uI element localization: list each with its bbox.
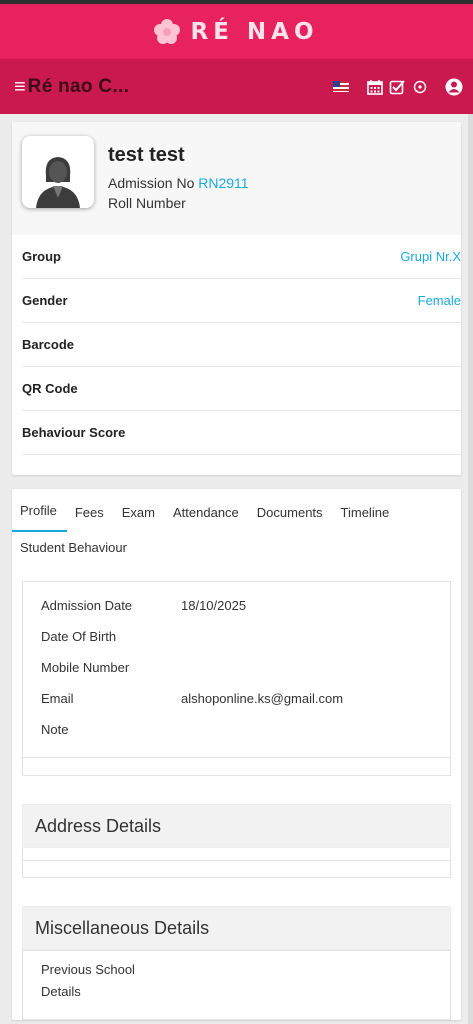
tab-exam[interactable]: Exam	[114, 491, 165, 532]
info-row: Note	[41, 714, 450, 745]
detail-row-barcode: Barcode	[22, 323, 461, 367]
admission-line: Admission No RN2911	[108, 173, 249, 193]
section-title: Address Details	[22, 804, 451, 848]
tab-attendance[interactable]: Attendance	[165, 491, 249, 532]
menu-icon[interactable]: ≡	[14, 77, 26, 97]
info-label: Date Of Birth	[41, 629, 117, 644]
tab-fees[interactable]: Fees	[67, 491, 114, 532]
detail-label: QR Code	[22, 381, 78, 396]
detail-label: Group	[22, 249, 61, 264]
misc-section: Miscellaneous Details Previous School De…	[22, 906, 451, 1020]
tab-documents[interactable]: Documents	[249, 491, 333, 532]
profile-card: test test Admission No RN2911 Roll Numbe…	[12, 122, 461, 475]
roll-number-label: Roll Number	[108, 195, 186, 211]
detail-label: Behaviour Score	[22, 425, 126, 440]
detail-value: Female	[417, 293, 461, 308]
address-section: Address Details	[22, 804, 451, 878]
top-navbar: ≡ Ré nao C...	[0, 59, 473, 114]
calendar-icon[interactable]	[367, 79, 383, 95]
tabs-card: Profile Fees Exam Attendance Documents T…	[12, 489, 461, 1020]
section-body: Previous School Details	[22, 950, 451, 1020]
checkbox-icon[interactable]	[389, 79, 405, 95]
empty-row	[22, 758, 451, 776]
admission-label: Admission No	[108, 175, 195, 191]
section-body	[22, 861, 451, 878]
section-title: Miscellaneous Details	[22, 906, 451, 950]
profile-info: test test Admission No RN2911 Roll Numbe…	[108, 136, 249, 213]
info-label: Admission Date	[41, 598, 133, 613]
tab-bar: Profile Fees Exam Attendance Documents T…	[12, 489, 461, 532]
admission-number: RN2911	[198, 175, 249, 191]
detail-row-behaviour-score: Behaviour Score	[22, 411, 461, 455]
flower-logo-icon	[154, 18, 181, 44]
main-content: test test Admission No RN2911 Roll Numbe…	[0, 114, 473, 1024]
detail-row-group: Group Grupi Nr.X	[22, 235, 461, 279]
user-icon[interactable]	[445, 78, 463, 96]
profile-header: test test Admission No RN2911 Roll Numbe…	[12, 122, 461, 235]
brand-name: RÉ NAO	[190, 18, 319, 45]
scrollbar[interactable]	[468, 114, 473, 1024]
profile-info-table: Admission Date 18/10/2025 Date Of Birth …	[22, 581, 451, 758]
tab-student-behaviour[interactable]: Student Behaviour	[12, 532, 461, 567]
info-row: Mobile Number	[41, 652, 450, 683]
student-name: test test	[108, 144, 185, 166]
info-row: Admission Date 18/10/2025	[41, 590, 450, 621]
whatsapp-icon[interactable]	[413, 80, 427, 94]
avatar	[22, 136, 94, 208]
info-value: alshoponline.ks@gmail.com	[181, 691, 344, 706]
detail-row-qr-code: QR Code	[22, 367, 461, 411]
brand-header: RÉ NAO	[0, 4, 473, 59]
info-row: Date Of Birth	[41, 621, 450, 652]
tab-timeline[interactable]: Timeline	[333, 491, 400, 532]
detail-label: Barcode	[22, 337, 75, 352]
info-value: 18/10/2025	[181, 598, 247, 613]
details-list: Group Grupi Nr.X Gender Female Barcode Q…	[12, 235, 461, 475]
info-row: Email alshoponline.ks@gmail.com	[41, 683, 450, 714]
info-label: Note	[41, 722, 69, 737]
flag-icon[interactable]	[333, 81, 349, 92]
tab-profile[interactable]: Profile	[12, 489, 67, 532]
nav-icons	[321, 78, 463, 96]
detail-row-gender: Gender Female	[22, 279, 461, 323]
detail-value: Grupi Nr.X	[400, 249, 461, 264]
detail-label: Gender	[22, 293, 68, 308]
info-label: Email	[41, 691, 74, 706]
info-label: Mobile Number	[41, 660, 130, 675]
section-body	[22, 848, 451, 861]
previous-school-label: Previous School Details	[41, 962, 135, 999]
person-silhouette-icon	[36, 157, 80, 208]
app-title[interactable]: Ré nao C...	[28, 76, 321, 98]
